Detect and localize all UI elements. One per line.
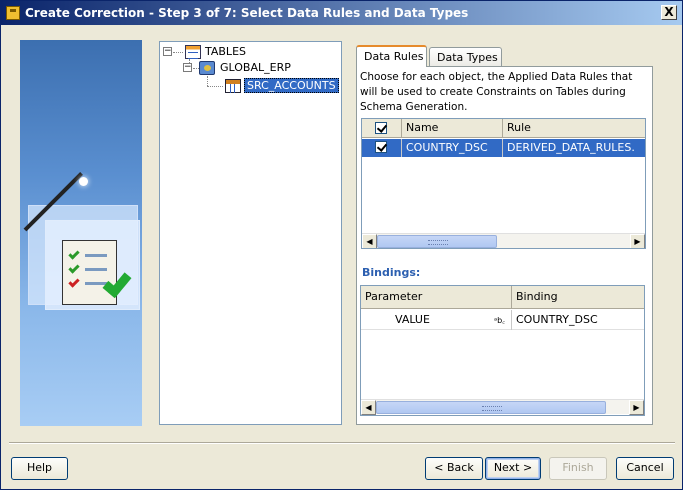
object-tree[interactable]: − TABLES − GLOBAL_ERP SRC_ACCOUNTS: [159, 41, 342, 425]
horizontal-scrollbar[interactable]: ◀ ▶: [361, 399, 644, 415]
bindings-label: Bindings:: [362, 266, 421, 279]
help-button[interactable]: Help: [11, 457, 68, 480]
instructions-text: Choose for each object, the Applied Data…: [360, 71, 633, 113]
parameter-value: VALUE: [395, 313, 430, 326]
column-header-rule[interactable]: Rule: [503, 119, 645, 138]
binding-cell[interactable]: COUNTRY_DSC: [512, 310, 644, 330]
scroll-left-button[interactable]: ◀: [362, 234, 377, 248]
app-icon: [6, 6, 20, 20]
tree-node-tables[interactable]: − TABLES: [163, 44, 333, 60]
row-checkbox-cell[interactable]: [362, 139, 402, 157]
scrollbar-thumb[interactable]: [377, 235, 497, 248]
rule-name-cell[interactable]: COUNTRY_DSC: [402, 139, 503, 157]
column-header-select-all[interactable]: [362, 119, 402, 138]
checkmark-icon: [68, 248, 80, 260]
scroll-right-button[interactable]: ▶: [630, 234, 645, 248]
checklist-line: [85, 254, 107, 257]
tree-label-src-accounts: SRC_ACCOUNTS: [244, 78, 339, 93]
table-row[interactable]: COUNTRY_DSC DERIVED_DATA_RULES.: [362, 139, 645, 157]
table-header: Parameter Binding: [361, 286, 644, 309]
data-rules-table: Name Rule COUNTRY_DSC DERIVED_DATA_RULES…: [361, 118, 646, 249]
scrollbar-thumb[interactable]: [376, 401, 606, 414]
tab-data-rules[interactable]: Data Rules: [356, 45, 427, 67]
module-icon: [199, 61, 215, 75]
scroll-left-button[interactable]: ◀: [361, 400, 376, 415]
finish-button[interactable]: Finish: [549, 457, 607, 480]
wizard-illustration: [20, 40, 142, 426]
next-button[interactable]: Next >: [485, 457, 541, 480]
abc-icon: ᵃb꜀: [494, 316, 505, 325]
collapse-icon[interactable]: −: [183, 63, 192, 72]
dialog-window: Create Correction - Step 3 of 7: Select …: [0, 0, 683, 490]
red-checkmark-icon: [68, 276, 80, 288]
title-bar[interactable]: Create Correction - Step 3 of 7: Select …: [1, 1, 682, 25]
cancel-button[interactable]: Cancel: [616, 457, 674, 480]
back-button[interactable]: < Back: [425, 457, 483, 480]
tree-label-global-erp: GLOBAL_ERP: [220, 61, 291, 74]
tree-node-src-accounts[interactable]: SRC_ACCOUNTS: [207, 78, 339, 94]
window-title: Create Correction - Step 3 of 7: Select …: [25, 6, 469, 20]
button-separator: [9, 442, 675, 444]
table-row[interactable]: VALUE ᵃb꜀ COUNTRY_DSC: [361, 310, 644, 330]
bindings-table: Parameter Binding VALUE ᵃb꜀ COUNTRY_DSC …: [360, 285, 645, 416]
column-header-parameter[interactable]: Parameter: [361, 286, 512, 309]
tree-connector: [173, 52, 183, 53]
table-icon: [225, 79, 241, 93]
column-header-binding[interactable]: Binding: [512, 286, 644, 309]
wand-sparkle-icon: [79, 177, 88, 186]
tree-node-global-erp[interactable]: − GLOBAL_ERP: [183, 60, 333, 76]
tab-data-types[interactable]: Data Types: [429, 47, 502, 66]
checklist-graphic: [62, 240, 117, 305]
collapse-icon[interactable]: −: [163, 47, 172, 56]
parameter-cell[interactable]: VALUE ᵃb꜀: [361, 310, 512, 330]
checklist-line: [85, 268, 107, 271]
close-button[interactable]: X: [661, 5, 677, 20]
rule-value-cell[interactable]: DERIVED_DATA_RULES.: [503, 139, 645, 157]
scroll-right-button[interactable]: ▶: [629, 400, 644, 415]
checkmark-icon: [68, 262, 80, 274]
horizontal-scrollbar[interactable]: ◀ ▶: [362, 233, 645, 248]
column-header-name[interactable]: Name: [402, 119, 503, 138]
select-all-checkbox[interactable]: [375, 122, 387, 134]
scroll-grip: [482, 406, 502, 411]
scroll-grip: [428, 240, 448, 245]
table-header: Name Rule: [362, 119, 645, 138]
tree-connector: [207, 86, 223, 87]
tree-label-tables: TABLES: [205, 45, 246, 58]
tables-folder-icon: [185, 45, 201, 59]
row-checkbox[interactable]: [375, 141, 387, 153]
